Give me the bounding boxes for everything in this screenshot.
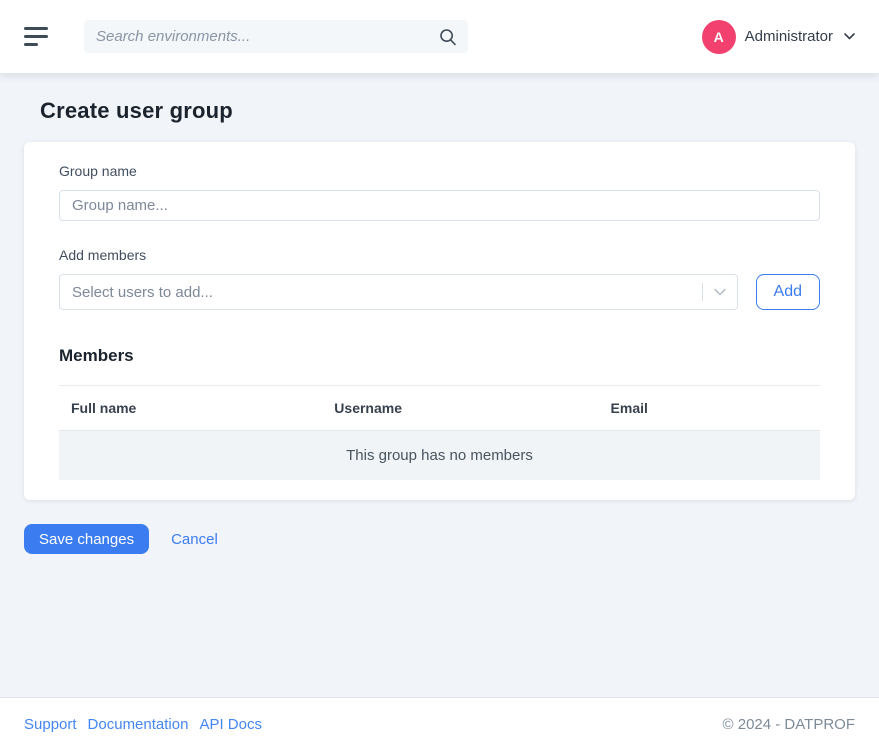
- group-name-input[interactable]: [59, 190, 820, 221]
- form-actions: Save changes Cancel: [24, 524, 855, 554]
- add-members-field: Add members Select users to add... Add: [59, 247, 820, 310]
- search-icon[interactable]: [438, 27, 458, 47]
- create-group-card: Group name Add members Select users to a…: [24, 142, 855, 500]
- users-select[interactable]: Select users to add...: [59, 274, 738, 310]
- cancel-link[interactable]: Cancel: [171, 531, 218, 548]
- user-menu[interactable]: A Administrator: [702, 20, 855, 54]
- chevron-down-icon: [844, 33, 855, 40]
- table-empty-row: This group has no members: [59, 431, 820, 481]
- group-name-label: Group name: [59, 163, 820, 179]
- members-table: Full name Username Email This group has …: [59, 385, 820, 480]
- search-input[interactable]: [96, 28, 438, 45]
- footer-link-support[interactable]: Support: [24, 716, 77, 733]
- group-name-field: Group name: [59, 163, 820, 221]
- menu-icon[interactable]: [24, 27, 48, 47]
- top-header: A Administrator: [0, 0, 879, 73]
- footer-link-documentation[interactable]: Documentation: [88, 716, 189, 733]
- footer-links: Support Documentation API Docs: [24, 716, 262, 733]
- table-header-row: Full name Username Email: [59, 386, 820, 431]
- copyright-text: © 2024 - DATPROF: [723, 716, 855, 733]
- members-heading: Members: [59, 346, 820, 366]
- avatar: A: [702, 20, 736, 54]
- empty-state-message: This group has no members: [59, 431, 820, 481]
- column-header-email: Email: [599, 386, 820, 431]
- chevron-down-icon[interactable]: [703, 288, 737, 296]
- page-footer: Support Documentation API Docs © 2024 - …: [0, 697, 879, 751]
- page-title: Create user group: [40, 98, 855, 124]
- users-select-placeholder: Select users to add...: [72, 284, 213, 301]
- column-header-username: Username: [322, 386, 598, 431]
- select-indicators: [702, 275, 737, 309]
- user-name: Administrator: [745, 28, 833, 45]
- footer-link-api-docs[interactable]: API Docs: [199, 716, 262, 733]
- search-box: [84, 20, 468, 53]
- column-header-full-name: Full name: [59, 386, 322, 431]
- main-content: Create user group Group name Add members…: [0, 73, 879, 697]
- add-members-label: Add members: [59, 247, 820, 263]
- save-changes-button[interactable]: Save changes: [24, 524, 149, 554]
- add-member-button[interactable]: Add: [756, 274, 820, 310]
